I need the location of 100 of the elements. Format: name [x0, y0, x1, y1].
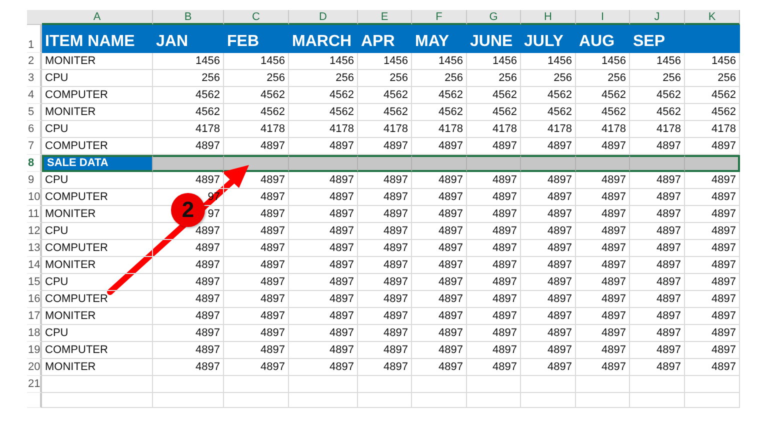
table-cell: 4897	[630, 206, 685, 223]
row-header[interactable]: 2	[27, 53, 42, 70]
row-header[interactable]: 11	[27, 206, 42, 223]
table-cell	[630, 376, 685, 393]
table-cell: 4897	[467, 342, 521, 359]
row-header[interactable]: 17	[27, 308, 42, 325]
row-header[interactable]: 14	[27, 257, 42, 274]
select-all-corner[interactable]	[27, 10, 42, 25]
table-cell	[576, 155, 630, 172]
table-cell: 4562	[224, 87, 289, 104]
row-header[interactable]: 20	[27, 359, 42, 376]
table-cell: 4897	[224, 308, 289, 325]
column-header[interactable]: C	[224, 10, 289, 25]
table-cell	[224, 155, 289, 172]
table-cell: 4897	[467, 223, 521, 240]
row-header[interactable]: 18	[27, 325, 42, 342]
table-cell: 4897	[289, 359, 358, 376]
row-header[interactable]: 3	[27, 70, 42, 87]
table-cell: 4897	[224, 189, 289, 206]
row-header[interactable]: 13	[27, 240, 42, 257]
table-cell	[358, 155, 412, 172]
row-header	[27, 393, 42, 408]
table-cell: 4897	[685, 359, 740, 376]
table-cell: 4897	[224, 359, 289, 376]
table-cell: CPU	[42, 121, 153, 138]
table-cell: COMPUTER	[42, 87, 153, 104]
table-cell: 4897	[358, 206, 412, 223]
table-cell: 4897	[521, 240, 576, 257]
table-cell: 256	[224, 70, 289, 87]
table-cell	[576, 376, 630, 393]
table-cell: MONITER	[42, 53, 153, 70]
table-cell	[412, 376, 467, 393]
table-cell	[224, 393, 289, 408]
table-cell: 4897	[576, 274, 630, 291]
table-cell: 1456	[630, 53, 685, 70]
table-cell: 4897	[153, 240, 224, 257]
table-cell: 4897	[412, 189, 467, 206]
table-cell: 1456	[289, 53, 358, 70]
table-cell: 4897	[412, 274, 467, 291]
column-header[interactable]: G	[467, 10, 521, 25]
column-header[interactable]: A	[42, 10, 153, 25]
table-cell: 4562	[412, 104, 467, 121]
table-cell: 4897	[630, 308, 685, 325]
table-cell: COMPUTER	[42, 240, 153, 257]
table-cell: 4897	[358, 240, 412, 257]
table-cell: 4897	[412, 291, 467, 308]
column-header[interactable]: J	[630, 10, 685, 25]
row-header[interactable]: 7	[27, 138, 42, 155]
table-cell	[521, 393, 576, 408]
column-header[interactable]: D	[289, 10, 358, 25]
table-cell: 4897	[289, 189, 358, 206]
table-cell: COMPUTER	[42, 189, 153, 206]
table-cell	[224, 376, 289, 393]
table-cell	[685, 155, 740, 172]
row-header[interactable]: 5	[27, 104, 42, 121]
table-cell: 4897	[224, 274, 289, 291]
table-cell: 4562	[153, 87, 224, 104]
header-cell: MAY	[412, 25, 467, 53]
row-header[interactable]: 19	[27, 342, 42, 359]
row-header[interactable]: 4	[27, 87, 42, 104]
table-cell	[467, 393, 521, 408]
table-cell: 4562	[521, 104, 576, 121]
column-header[interactable]: F	[412, 10, 467, 25]
row-header[interactable]: 10	[27, 189, 42, 206]
table-cell: 4897	[521, 342, 576, 359]
row-header[interactable]: 15	[27, 274, 42, 291]
header-cell: JUNE	[467, 25, 521, 53]
column-header[interactable]: E	[358, 10, 412, 25]
table-cell: 4897	[412, 308, 467, 325]
table-cell: 4897	[685, 223, 740, 240]
table-cell: 4897	[630, 274, 685, 291]
column-header[interactable]: B	[153, 10, 224, 25]
row-header[interactable]: 21	[27, 376, 42, 393]
row-header[interactable]: 6	[27, 121, 42, 138]
table-cell: 4562	[358, 104, 412, 121]
table-cell: 4897	[576, 257, 630, 274]
table-cell: 4897	[224, 325, 289, 342]
table-cell: 4897	[630, 240, 685, 257]
column-header[interactable]: K	[685, 10, 740, 25]
row-header[interactable]: 12	[27, 223, 42, 240]
table-cell	[521, 155, 576, 172]
column-header[interactable]: I	[576, 10, 630, 25]
header-cell	[685, 25, 740, 53]
table-cell: 1456	[358, 53, 412, 70]
table-cell: 4897	[412, 172, 467, 189]
table-cell: COMPUTER	[42, 291, 153, 308]
column-header[interactable]: H	[521, 10, 576, 25]
row-header[interactable]: 9	[27, 172, 42, 189]
row-header[interactable]: 16	[27, 291, 42, 308]
table-cell: 4897	[289, 308, 358, 325]
table-cell: 4897	[576, 172, 630, 189]
table-cell: 1456	[412, 53, 467, 70]
table-cell: 4897	[289, 325, 358, 342]
table-cell: CPU	[42, 70, 153, 87]
table-cell	[521, 376, 576, 393]
header-cell: APR	[358, 25, 412, 53]
table-cell: 4897	[153, 291, 224, 308]
table-cell: 4897	[289, 291, 358, 308]
table-cell: 4562	[576, 104, 630, 121]
table-cell: 4562	[685, 104, 740, 121]
